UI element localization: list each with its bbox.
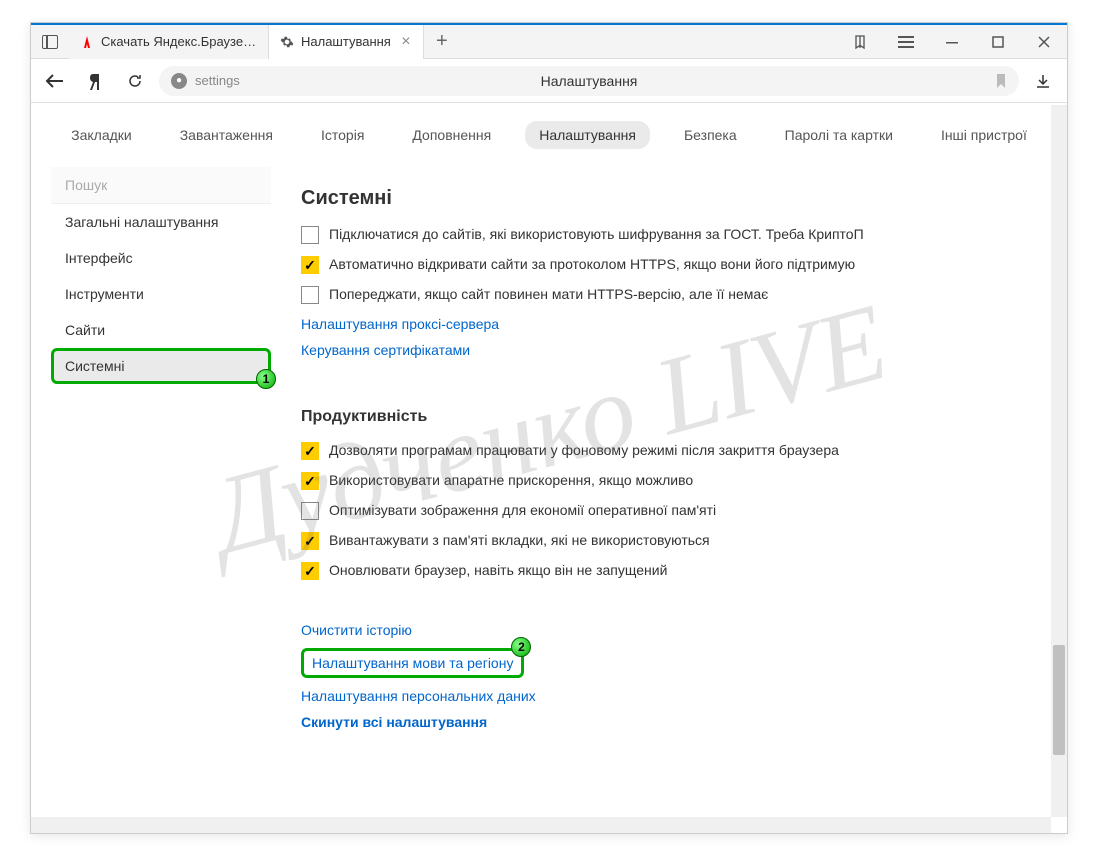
- settings-top-nav: Закладки Завантаження Історія Доповнення…: [31, 103, 1067, 167]
- checkbox-hw-accel[interactable]: Використовувати апаратне прискорення, як…: [301, 472, 1017, 490]
- sidebar-toggle[interactable]: [31, 35, 69, 49]
- section-system-title: Системні: [301, 187, 1017, 210]
- checkbox-icon[interactable]: [301, 562, 319, 580]
- main-area: Пошук Загальні налаштування Інтерфейс Ін…: [31, 167, 1067, 831]
- scrollbar-thumb[interactable]: [1053, 645, 1065, 755]
- nav-bookmarks[interactable]: Закладки: [57, 121, 146, 149]
- sidebar-item-general[interactable]: Загальні налаштування: [51, 204, 271, 240]
- nav-passwords[interactable]: Паролі та картки: [771, 121, 907, 149]
- bookmark-flag-icon[interactable]: [995, 73, 1007, 89]
- tab-title: Налаштування: [301, 34, 391, 49]
- checkbox-icon[interactable]: [301, 532, 319, 550]
- reload-button[interactable]: [119, 65, 151, 97]
- sidebar-item-tools[interactable]: Інструменти: [51, 276, 271, 312]
- download-icon: [1035, 73, 1051, 89]
- tab-0[interactable]: Скачать Яндекс.Браузер д: [69, 25, 269, 59]
- checkbox-label: Попереджати, якщо сайт повинен мати HTTP…: [329, 286, 768, 302]
- link-personal-data[interactable]: Налаштування персональних даних: [301, 688, 1017, 704]
- link-clear-history[interactable]: Очистити історію: [301, 622, 1017, 638]
- settings-panel: Системні Підключатися до сайтів, які вик…: [271, 167, 1047, 831]
- tab-1[interactable]: Налаштування ×: [269, 25, 424, 59]
- link-proxy[interactable]: Налаштування проксі-сервера: [301, 316, 1017, 332]
- checkbox-icon[interactable]: [301, 226, 319, 244]
- checkbox-icon[interactable]: [301, 286, 319, 304]
- checkbox-label: Вивантажувати з пам'яті вкладки, які не …: [329, 532, 710, 548]
- new-tab-button[interactable]: +: [424, 25, 460, 59]
- checkbox-label: Дозволяти програмам працювати у фоновому…: [329, 442, 839, 458]
- link-label: Налаштування мови та регіону: [312, 655, 513, 671]
- tab-strip: Скачать Яндекс.Браузер д Налаштування × …: [69, 25, 837, 59]
- checkbox-https-warn[interactable]: Попереджати, якщо сайт повинен мати HTTP…: [301, 286, 1017, 304]
- checkbox-icon[interactable]: [301, 256, 319, 274]
- nav-history[interactable]: Історія: [307, 121, 378, 149]
- yandex-icon: [79, 34, 95, 50]
- panel-icon: [42, 35, 58, 49]
- url-text: settings: [195, 73, 240, 88]
- checkbox-update-closed[interactable]: Оновлювати браузер, навіть якщо він не з…: [301, 562, 1017, 580]
- back-icon: [45, 73, 65, 89]
- site-info-icon[interactable]: ●: [171, 73, 187, 89]
- nav-devices[interactable]: Інші пристрої: [927, 121, 1041, 149]
- reload-icon: [127, 73, 143, 89]
- url-title: Налаштування: [541, 73, 638, 89]
- menu-icon: [898, 35, 914, 49]
- checkbox-unload-tabs[interactable]: Вивантажувати з пам'яті вкладки, які не …: [301, 532, 1017, 550]
- url-box[interactable]: ● settings Налаштування: [159, 66, 1019, 96]
- checkbox-label: Оновлювати браузер, навіть якщо він не з…: [329, 562, 667, 578]
- nav-security[interactable]: Безпека: [670, 121, 751, 149]
- yandex-home-button[interactable]: [79, 65, 111, 97]
- checkbox-icon[interactable]: [301, 502, 319, 520]
- sidebar-item-sites[interactable]: Сайти: [51, 312, 271, 348]
- window-controls: [837, 25, 1067, 59]
- checkbox-label: Автоматично відкривати сайти за протокол…: [329, 256, 855, 272]
- gear-icon: [279, 34, 295, 50]
- checkbox-label: Підключатися до сайтів, які використовую…: [329, 226, 864, 242]
- yandex-logo-icon: [87, 72, 103, 90]
- link-reset-settings[interactable]: Скинути всі налаштування: [301, 714, 1017, 730]
- sidebar-item-interface[interactable]: Інтерфейс: [51, 240, 271, 276]
- settings-sidebar: Пошук Загальні налаштування Інтерфейс Ін…: [51, 167, 271, 831]
- highlight-badge-1: 1: [256, 369, 276, 389]
- checkbox-gost[interactable]: Підключатися до сайтів, які використовую…: [301, 226, 1017, 244]
- checkbox-optimize-images[interactable]: Оптимізувати зображення для економії опе…: [301, 502, 1017, 520]
- content-area: Закладки Завантаження Історія Доповнення…: [31, 103, 1067, 831]
- downloads-button[interactable]: [1027, 65, 1059, 97]
- close-icon: [1038, 36, 1050, 48]
- address-bar: ● settings Налаштування: [31, 59, 1067, 103]
- tab-title: Скачать Яндекс.Браузер д: [101, 34, 258, 49]
- checkbox-https-auto[interactable]: Автоматично відкривати сайти за протокол…: [301, 256, 1017, 274]
- minimize-button[interactable]: [929, 25, 975, 59]
- checkbox-label: Оптимізувати зображення для економії опе…: [329, 502, 716, 518]
- sidebar-item-system[interactable]: Системні 1: [51, 348, 271, 384]
- back-button[interactable]: [39, 65, 71, 97]
- sidebar-item-label: Системні: [65, 358, 124, 374]
- link-certificates[interactable]: Керування сертифікатами: [301, 342, 1017, 358]
- highlight-badge-2: 2: [511, 637, 531, 657]
- maximize-icon: [992, 36, 1004, 48]
- close-button[interactable]: [1021, 25, 1067, 59]
- horizontal-scrollbar[interactable]: [31, 817, 1051, 833]
- checkbox-icon[interactable]: [301, 472, 319, 490]
- vertical-scrollbar[interactable]: [1051, 105, 1067, 817]
- titlebar: Скачать Яндекс.Браузер д Налаштування × …: [31, 23, 1067, 59]
- nav-settings[interactable]: Налаштування: [525, 121, 650, 149]
- link-language-region[interactable]: Налаштування мови та регіону 2: [301, 648, 524, 678]
- bookmarks-button[interactable]: [837, 25, 883, 59]
- menu-button[interactable]: [883, 25, 929, 59]
- sidebar-search[interactable]: Пошук: [51, 167, 271, 204]
- checkbox-background-apps[interactable]: Дозволяти програмам працювати у фоновому…: [301, 442, 1017, 460]
- nav-extensions[interactable]: Доповнення: [398, 121, 505, 149]
- checkbox-icon[interactable]: [301, 442, 319, 460]
- minimize-icon: [946, 36, 958, 48]
- browser-window: Скачать Яндекс.Браузер д Налаштування × …: [30, 22, 1068, 834]
- maximize-button[interactable]: [975, 25, 1021, 59]
- nav-downloads[interactable]: Завантаження: [166, 121, 287, 149]
- close-icon[interactable]: ×: [399, 35, 413, 49]
- section-performance-title: Продуктивність: [301, 408, 1017, 426]
- bookmark-icon: [852, 34, 868, 50]
- checkbox-label: Використовувати апаратне прискорення, як…: [329, 472, 693, 488]
